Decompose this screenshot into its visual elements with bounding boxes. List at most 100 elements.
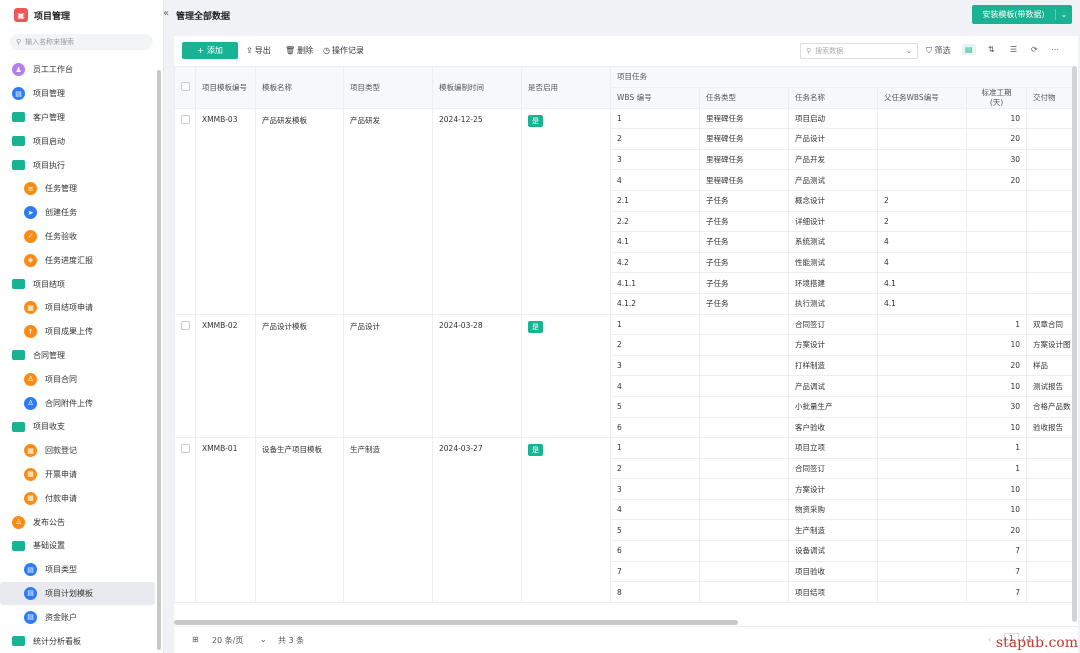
parent-wbs-cell: [877, 581, 967, 603]
sidebar-search-input[interactable]: ⚲ 输入名称来搜索: [10, 34, 153, 50]
task-name-cell: 执行测试: [788, 292, 878, 315]
horizontal-scrollbar[interactable]: [174, 620, 738, 625]
sidebar-item[interactable]: ➤ 创建任务: [0, 201, 163, 225]
sidebar-item[interactable]: 项目启动: [0, 129, 163, 153]
select-all-checkbox[interactable]: [181, 81, 190, 91]
sidebar-item[interactable]: ♙ 发布公告: [0, 510, 163, 534]
sidebar-item[interactable]: ♟ 员工工作台: [0, 58, 163, 82]
col-code-header[interactable]: 项目模板编号: [195, 66, 256, 109]
sidebar-item[interactable]: ✓ 任务验收: [0, 225, 163, 249]
table-row[interactable]: XMMB-02 产品设计模板 产品设计 2024-03-28 是 1 合同签订 1 双章合同: [174, 313, 1074, 439]
filter-button[interactable]: ⛉ 筛选: [926, 45, 951, 56]
col-date-header[interactable]: 模板编制时间: [432, 66, 522, 109]
operation-log-button[interactable]: ◷ 操作记录: [323, 45, 364, 56]
row-checkbox-cell[interactable]: [174, 313, 196, 439]
pagination: ⊞ 20 条/页 ⌄ 共 3 条 ‹ 1 / 1 ›: [174, 626, 1078, 653]
refresh-icon[interactable]: ⟳: [1031, 45, 1038, 54]
view-toggle-icon[interactable]: ▤: [962, 44, 976, 55]
col-type-header[interactable]: 项目类型: [343, 66, 433, 109]
sidebar-item[interactable]: ♙ 项目合同: [0, 367, 163, 391]
chevron-down-icon[interactable]: ⌄: [260, 635, 267, 644]
sidebar-item[interactable]: ↑ 项目成果上传: [0, 320, 163, 344]
col-task-name-header[interactable]: 任务名称: [788, 86, 878, 109]
row-checkbox[interactable]: [181, 320, 190, 330]
col-enabled-header[interactable]: 是否启用: [521, 66, 611, 109]
sidebar-item[interactable]: 客户管理: [0, 106, 163, 130]
sidebar-item[interactable]: ≡ 任务管理: [0, 177, 163, 201]
sidebar-item[interactable]: 项目执行: [0, 153, 163, 177]
chevron-down-icon[interactable]: ⌄: [906, 47, 912, 55]
upload-icon: ↑: [24, 325, 37, 339]
sidebar-item[interactable]: ▦ 回款登记: [0, 439, 163, 463]
task-name-cell: 合同签订: [788, 313, 878, 336]
table-row[interactable]: XMMB-03 产品研发模板 产品研发 2024-12-25 是 1 里程碑任务 项目启动 10: [174, 107, 1074, 315]
clock-icon: ◷: [323, 46, 330, 55]
sidebar-item[interactable]: ▤ 项目计划模板: [0, 581, 155, 606]
task-type-cell: [699, 313, 789, 336]
pager-settings-icon[interactable]: ⊞: [192, 635, 199, 644]
duration-cell: 1: [966, 457, 1027, 480]
export-button[interactable]: ⇪ 导出: [246, 45, 271, 56]
table-row[interactable]: XMMB-01 设备生产项目模板 生产制造 2024-03-27 是 1 项目立项 1: [174, 437, 1074, 603]
col-wbs-header[interactable]: WBS 编号: [610, 86, 700, 109]
deliverable-cell: [1025, 251, 1074, 274]
sidebar-item[interactable]: ▤ 资金账户: [0, 605, 163, 629]
add-button[interactable]: + 添加: [182, 42, 238, 59]
row-checkbox[interactable]: [181, 444, 190, 454]
sidebar-item[interactable]: 基础设置: [0, 534, 163, 558]
task-name-cell: 方案设计: [788, 478, 878, 500]
page-size-select[interactable]: 20 条/页: [212, 635, 243, 646]
sidebar-item[interactable]: 统计分析看板: [0, 629, 163, 653]
sidebar-item-label: 项目合同: [45, 374, 77, 384]
chevron-down-icon[interactable]: ⌄: [1056, 10, 1072, 19]
task-type-cell: [699, 334, 789, 356]
sort-icon[interactable]: ⇅: [988, 45, 995, 54]
enabled-badge: 是: [528, 114, 543, 127]
col-parent-wbs-header[interactable]: 父任务WBS编号: [877, 86, 967, 109]
vertical-scrollbar[interactable]: [1072, 66, 1077, 622]
app-brand[interactable]: ▣ 项目管理: [0, 0, 163, 30]
col-duration-header[interactable]: 标准工期 (天): [966, 86, 1027, 109]
sidebar-item[interactable]: ▤ 项目类型: [0, 558, 163, 582]
folder-icon: [12, 350, 25, 361]
sidebar-search-placeholder: 输入名称来搜索: [25, 38, 75, 46]
sidebar-scrollbar[interactable]: [157, 70, 161, 650]
sidebar-item[interactable]: ♙ 合同附件上传: [0, 391, 163, 415]
delete-button[interactable]: 🗑 删除: [285, 45, 313, 56]
sidebar-item[interactable]: ▤ 项目管理: [0, 82, 163, 106]
row-height-icon[interactable]: ☰: [1010, 45, 1017, 54]
data-table: 项目模板编号 模板名称 项目类型 模板编制时间 是否启用 项目任务 WBS 编号…: [174, 66, 1074, 621]
select-all-checkbox-cell[interactable]: [174, 66, 196, 109]
row-checkbox-cell[interactable]: [174, 437, 196, 603]
form-icon: ▦: [24, 467, 37, 481]
task-type-cell: 里程碑任务: [699, 169, 789, 191]
wbs-cell: 2.2: [610, 210, 700, 233]
sidebar-item[interactable]: ◈ 任务进度汇报: [0, 248, 163, 272]
col-name-header[interactable]: 模板名称: [255, 66, 344, 109]
collapse-sidebar-icon[interactable]: «: [163, 8, 169, 19]
col-deliverable-header[interactable]: 交付物: [1025, 86, 1074, 109]
sidebar-item[interactable]: 项目收支: [0, 415, 163, 439]
data-search-input[interactable]: ⚲ 搜索数据 ⌄: [800, 43, 918, 59]
sidebar-item[interactable]: 项目结项: [0, 272, 163, 296]
task-type-cell: [699, 375, 789, 397]
task-name-cell: 产品调试: [788, 375, 878, 397]
wbs-cell: 3: [610, 354, 700, 377]
task-name-cell: 客户验收: [788, 416, 878, 439]
row-checkbox[interactable]: [181, 114, 190, 124]
install-template-button[interactable]: 安装模板(带数据) ⌄: [972, 5, 1072, 24]
sidebar-item[interactable]: 合同管理: [0, 344, 163, 368]
deliverable-cell: [1025, 519, 1074, 542]
sidebar-item[interactable]: ▦ 付款申请: [0, 486, 163, 510]
sidebar-item[interactable]: ▦ 项目结项申请: [0, 296, 163, 320]
more-icon[interactable]: ⋯: [1051, 45, 1059, 54]
template-code-cell: XMMB-03: [195, 107, 256, 315]
row-checkbox-cell[interactable]: [174, 107, 196, 315]
main-panel: + 添加 ⇪ 导出 🗑 删除 ◷ 操作记录 ⚲ 搜索数据 ⌄ ⛉ 筛选 ▤ ⇅ …: [174, 36, 1078, 653]
prev-page-icon[interactable]: ‹: [988, 635, 991, 644]
sidebar-item[interactable]: ▦ 开票申请: [0, 463, 163, 487]
task-name-cell: 方案设计: [788, 334, 878, 356]
folder-icon: [12, 540, 25, 551]
col-task-type-header[interactable]: 任务类型: [699, 86, 789, 109]
duration-cell: [966, 251, 1027, 274]
